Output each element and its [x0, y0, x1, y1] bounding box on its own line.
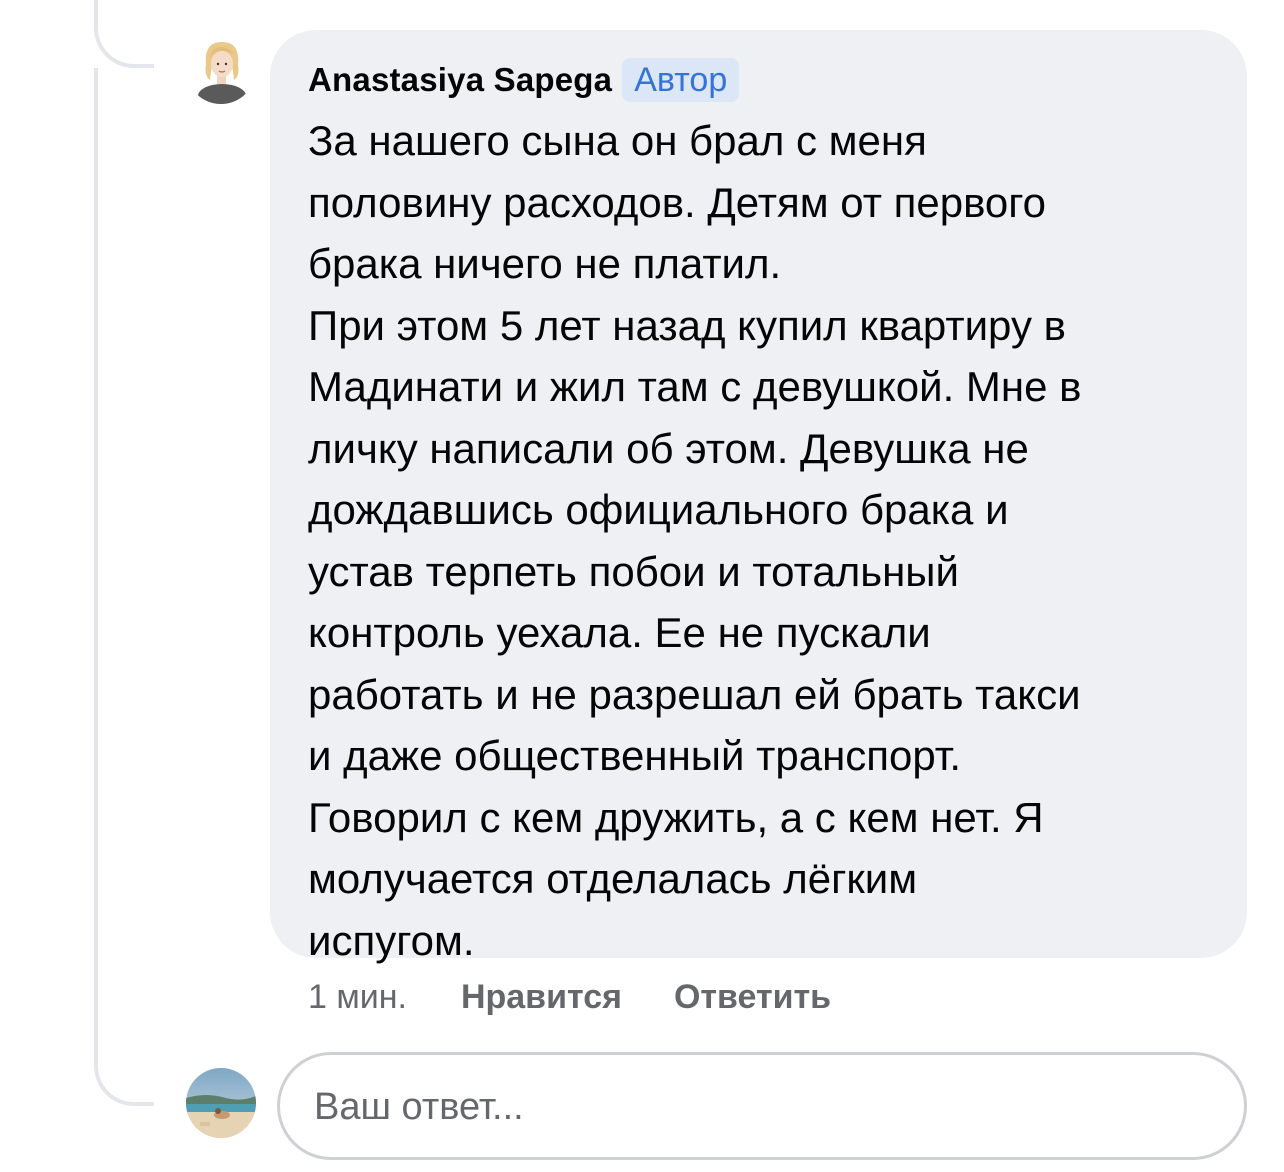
author-name[interactable]: Anastasiya Sapega: [308, 61, 612, 99]
reply-input-container[interactable]: [277, 1052, 1247, 1160]
comment-header: Anastasiya Sapega Автор: [308, 56, 1209, 104]
current-user-avatar[interactable]: [186, 1068, 256, 1138]
thread-connector-comment: [94, 10, 154, 68]
author-avatar[interactable]: [186, 34, 256, 104]
reply-input[interactable]: [314, 1077, 1194, 1137]
author-badge: Автор: [622, 58, 740, 102]
reply-button[interactable]: Ответить: [674, 978, 831, 1017]
user-avatar-illustrated-woman-icon: [186, 34, 256, 104]
comment-bubble: Anastasiya Sapega Автор За нашего сына о…: [270, 30, 1247, 964]
thread-connector-reply: [94, 1040, 154, 1106]
like-button[interactable]: Нравится: [461, 978, 622, 1017]
comment-thread: Anastasiya Sapega Автор За нашего сына о…: [0, 0, 1284, 1172]
thread-line-main: [94, 68, 98, 1058]
comment-text: За нашего сына он брал с меня половину р…: [308, 117, 1082, 964]
user-avatar-beach-photo-icon: [186, 1068, 256, 1138]
comment-actions: 1 мин. Нравится Ответить: [308, 972, 883, 1022]
comment-timestamp[interactable]: 1 мин.: [308, 978, 407, 1017]
